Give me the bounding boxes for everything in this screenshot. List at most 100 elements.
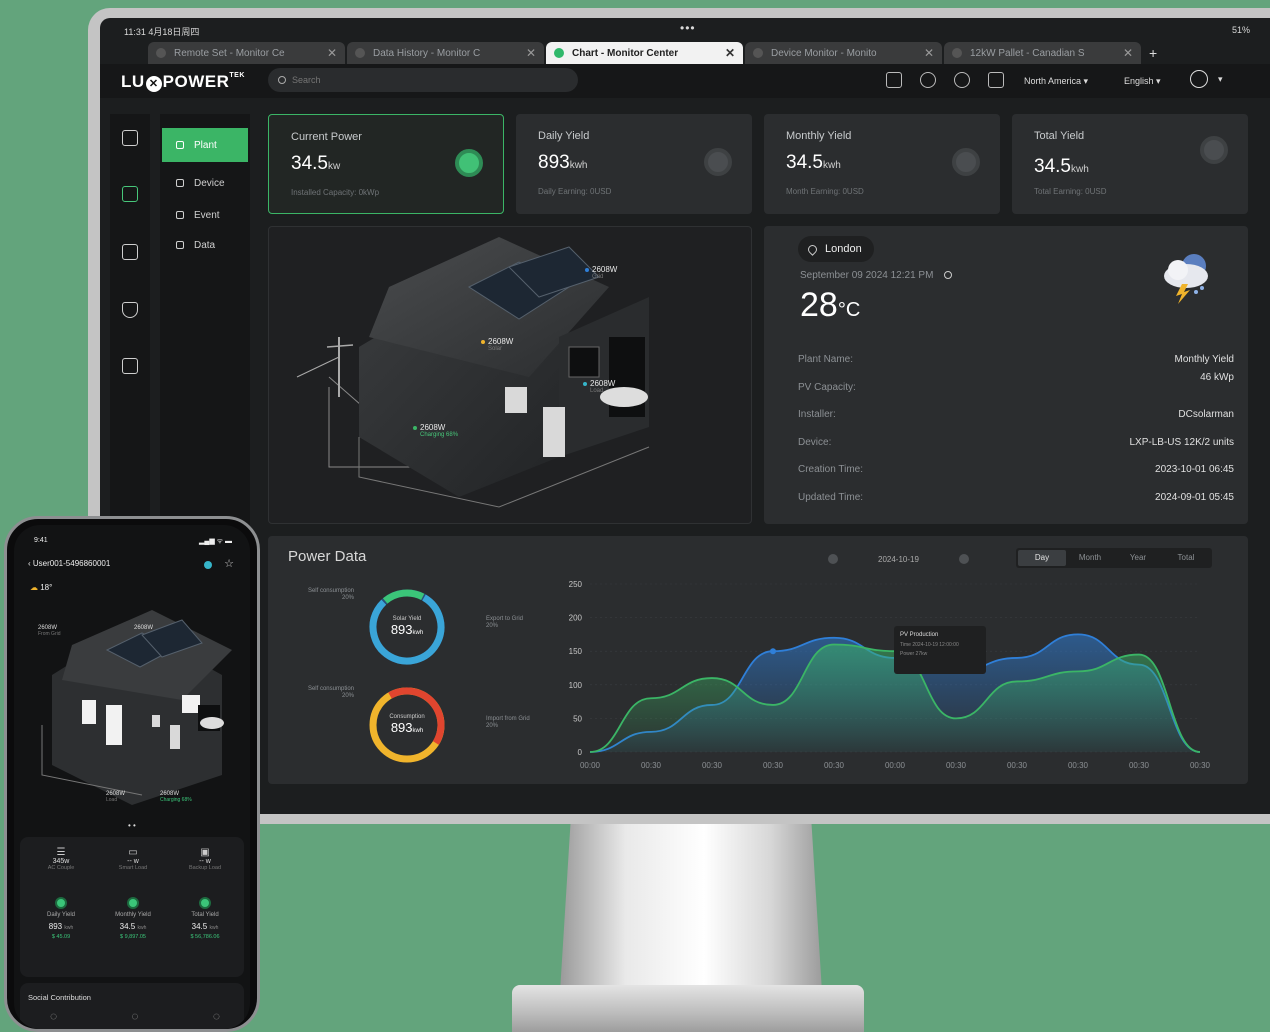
phone-flow-battery: 2608W Charging 68% xyxy=(160,791,192,803)
total-yield-card[interactable]: Total Yield 34.5kwh Total Earning: 0USD xyxy=(1012,114,1248,214)
more-dots-icon[interactable]: ••• xyxy=(680,21,696,35)
location-chip[interactable]: London xyxy=(798,236,874,262)
flow-value: 2608W xyxy=(134,625,154,631)
range-month[interactable]: Month xyxy=(1066,550,1114,566)
highlight-point xyxy=(770,648,776,655)
chevron-down-icon[interactable]: ▾ xyxy=(1218,74,1223,85)
range-year[interactable]: Year xyxy=(1114,550,1162,566)
ring-annotation: Import from Grid 20% xyxy=(486,716,550,730)
brand-logo[interactable]: LU ✕ POWERTEK xyxy=(121,72,245,92)
current-power-card[interactable]: Current Power 34.5kw Installed Capacity:… xyxy=(268,114,504,214)
tab-device-monitor[interactable]: Device Monitor - Monito ✕ xyxy=(745,42,942,64)
tab-pallet[interactable]: 12kW Pallet - Canadian S ✕ xyxy=(944,42,1141,64)
value-number: 34.5 xyxy=(1034,156,1071,177)
sidebar-item-device[interactable]: Device xyxy=(162,166,248,200)
range-total[interactable]: Total xyxy=(1162,550,1210,566)
x-tick-label: 00:00 xyxy=(580,761,601,770)
power-area-chart: 0 50 100 150 200 250 00:00 00:30 00:30 00:30 00:30… xyxy=(569,580,1211,770)
share-icon[interactable] xyxy=(886,72,902,88)
x-tick-label: 00:30 xyxy=(641,761,662,770)
value-number: 34.5 xyxy=(291,153,328,174)
close-icon[interactable]: ✕ xyxy=(1123,46,1133,60)
lock-icon[interactable] xyxy=(122,244,138,260)
sidebar-item-event[interactable]: Event xyxy=(162,198,248,232)
card-value: 34.5kwh xyxy=(786,152,841,174)
new-tab-button[interactable]: + xyxy=(1149,42,1157,64)
language-select[interactable]: English ▾ xyxy=(1124,76,1161,87)
status-dot xyxy=(413,425,417,430)
tab-data-history[interactable]: Data History - Monitor C ✕ xyxy=(347,42,544,64)
tree-icon: ◌ xyxy=(131,1009,139,1023)
prev-date-button[interactable] xyxy=(828,554,838,564)
monitor-icon[interactable] xyxy=(122,130,138,146)
next-date-button[interactable] xyxy=(958,554,969,564)
x-tick-label: 00:30 xyxy=(946,761,967,770)
battery-status: 51% xyxy=(1231,25,1250,35)
yield-unit: kwh xyxy=(209,925,219,931)
flow-sub: Solar xyxy=(488,346,503,352)
message-icon[interactable] xyxy=(954,72,970,88)
yield-money: $ 45.09 xyxy=(51,934,71,940)
user-avatar-icon[interactable] xyxy=(1190,70,1208,88)
close-icon[interactable]: ✕ xyxy=(725,46,735,60)
mail-icon[interactable] xyxy=(988,72,1004,88)
range-day[interactable]: Day xyxy=(1018,550,1066,566)
value-unit: kwh xyxy=(1070,164,1089,175)
social-contribution-title: Social Contribution xyxy=(28,993,91,1002)
online-dot xyxy=(204,561,212,569)
star-icon[interactable]: ☆ xyxy=(224,557,234,570)
chart-icon[interactable] xyxy=(122,358,138,374)
flow-label-load: 2608W Load xyxy=(583,379,615,394)
ring-annotation: Self consumption 20% xyxy=(296,588,354,602)
phone-daily-yield[interactable]: Daily Yield 893 kwh $ 45.09 xyxy=(26,897,96,940)
backup-load-icon: ▣ xyxy=(200,847,210,858)
phone-flow-grid: 2608W From Grid xyxy=(38,625,61,637)
monthly-yield-card[interactable]: Monthly Yield 34.5kwh Month Earning: 0US… xyxy=(764,114,1000,214)
yield-money: $ 56,786.06 xyxy=(190,934,220,940)
yield-title: Monthly Yield xyxy=(115,912,151,918)
favicon-icon xyxy=(952,48,962,58)
close-icon[interactable]: ✕ xyxy=(526,46,536,60)
close-icon[interactable]: ✕ xyxy=(924,46,934,60)
flow-sub: Load xyxy=(590,388,604,394)
sidebar-item-data[interactable]: Data xyxy=(162,228,248,262)
yield-icon xyxy=(199,897,211,909)
ring-unit: kwh xyxy=(412,630,424,636)
monitor-stand-base xyxy=(512,985,864,1032)
monitor-stand xyxy=(560,824,822,992)
star-icon[interactable] xyxy=(920,72,936,88)
app-header: LU✕POWERTEK North America ▾ English ▾ ▾ xyxy=(100,64,1270,98)
phone-total-yield[interactable]: Total Yield 34.5 kwh $ 56,786.06 xyxy=(170,897,240,940)
range-selector: Day Month Year Total xyxy=(1016,548,1212,568)
shield-icon[interactable] xyxy=(122,302,138,318)
ring-value: 893kwh xyxy=(386,622,428,637)
annotation-label: Import from Grid xyxy=(486,716,530,722)
ring-annotation: Self consumption 20% xyxy=(296,686,354,700)
region-select[interactable]: North America ▾ xyxy=(1024,76,1088,87)
ring-unit: kwh xyxy=(412,728,424,734)
device-id: User001-5496860001 xyxy=(32,559,111,568)
search-input[interactable] xyxy=(292,75,552,85)
annotation-pct: 20% xyxy=(486,723,499,729)
tab-label: Remote Set - Monitor Ce xyxy=(174,47,285,59)
favicon-icon xyxy=(156,48,166,58)
sidebar-item-plant[interactable]: Plant xyxy=(162,128,248,162)
location-name: London xyxy=(825,243,862,255)
ac-icon: ☰ xyxy=(56,847,66,858)
battery-icon[interactable] xyxy=(122,186,138,202)
tab-label: Data History - Monitor C xyxy=(373,47,481,59)
annotation-pct: 20% xyxy=(341,693,354,699)
location-pin-icon xyxy=(806,242,819,256)
x-tick-label: 00:30 xyxy=(824,761,845,770)
phone-monthly-yield[interactable]: Monthly Yield 34.5 kwh $ 9,897.05 xyxy=(98,897,168,940)
database-icon xyxy=(1200,136,1228,164)
favicon-icon xyxy=(554,48,564,58)
tab-remote-set[interactable]: Remote Set - Monitor Ce ✕ xyxy=(148,42,345,64)
tab-label: 12kW Pallet - Canadian S xyxy=(970,47,1085,59)
status-dot xyxy=(585,267,589,272)
x-tick-label: 00:30 xyxy=(1190,761,1211,770)
daily-yield-card[interactable]: Daily Yield 893kwh Daily Earning: 0USD xyxy=(516,114,752,214)
tab-chart[interactable]: Chart - Monitor Center ✕ xyxy=(546,42,743,64)
close-icon[interactable]: ✕ xyxy=(327,46,337,60)
date-value[interactable]: 2024-10-19 xyxy=(878,555,919,564)
